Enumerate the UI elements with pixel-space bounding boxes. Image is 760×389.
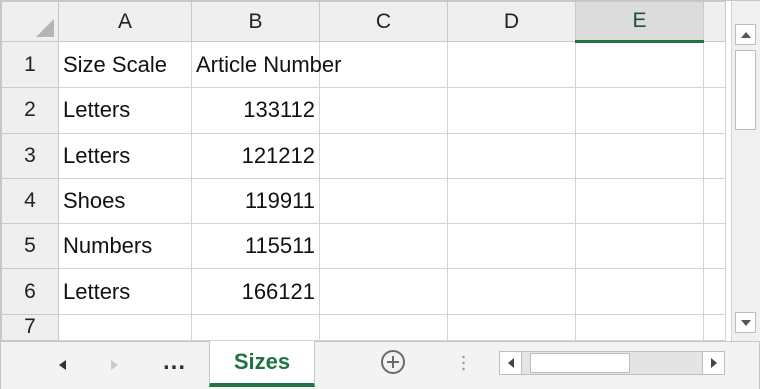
vertical-scroll-thumb[interactable] xyxy=(735,50,756,130)
triangle-left-icon xyxy=(59,360,66,370)
column-header-b[interactable]: B xyxy=(191,1,320,42)
cell-d7[interactable] xyxy=(447,313,576,342)
table-row: 5 Numbers 115511 xyxy=(1,223,726,270)
cell-c3[interactable] xyxy=(319,132,448,179)
spreadsheet-grid: A B C D E 1 Size Scale Article Number 2 … xyxy=(1,1,726,342)
triangle-up-icon xyxy=(740,31,751,38)
cell-e5[interactable] xyxy=(575,223,704,270)
scroll-left-button[interactable] xyxy=(500,352,522,374)
row-header-1[interactable]: 1 xyxy=(1,40,59,89)
cell-e6[interactable] xyxy=(575,268,704,315)
column-header-a[interactable]: A xyxy=(58,1,192,42)
sheet-tab-bar: ... Sizes xyxy=(1,341,759,389)
cell-f2[interactable] xyxy=(703,87,726,134)
scroll-right-button[interactable] xyxy=(702,352,724,374)
column-header-row: A B C D E xyxy=(1,1,726,43)
cell-d1[interactable] xyxy=(447,40,576,89)
cell-a4[interactable]: Shoes xyxy=(58,177,192,225)
column-header-f-partial[interactable] xyxy=(703,1,726,42)
cell-b2[interactable]: 133112 xyxy=(191,87,320,134)
cell-a2[interactable]: Letters xyxy=(58,87,192,134)
cell-a7[interactable] xyxy=(58,313,192,342)
sheet-tab-label: Sizes xyxy=(233,349,291,374)
cell-c7[interactable] xyxy=(319,313,448,342)
vertical-scrollbar[interactable] xyxy=(731,1,760,341)
cell-c4[interactable] xyxy=(319,177,448,225)
triangle-left-icon xyxy=(507,358,514,368)
cell-b5[interactable]: 115511 xyxy=(191,223,320,270)
cell-f5[interactable] xyxy=(703,223,726,270)
cell-b4[interactable]: 119911 xyxy=(191,177,320,225)
cell-a1[interactable]: Size Scale xyxy=(58,40,192,89)
cell-f6[interactable] xyxy=(703,268,726,315)
next-sheet-button[interactable] xyxy=(111,360,118,370)
cell-b7[interactable] xyxy=(191,313,320,342)
select-all-button[interactable] xyxy=(1,1,59,42)
cell-b3[interactable]: 121212 xyxy=(191,132,320,179)
cell-e4[interactable] xyxy=(575,177,704,225)
cell-d5[interactable] xyxy=(447,223,576,270)
cell-a6[interactable]: Letters xyxy=(58,268,192,315)
cell-e2[interactable] xyxy=(575,87,704,134)
tab-scroll-splitter[interactable] xyxy=(462,354,465,372)
triangle-down-icon xyxy=(740,319,751,326)
cell-c5[interactable] xyxy=(319,223,448,270)
scroll-up-button[interactable] xyxy=(735,24,756,45)
sheet-tab-sizes[interactable]: Sizes xyxy=(209,341,315,387)
cell-d3[interactable] xyxy=(447,132,576,179)
column-header-c[interactable]: C xyxy=(319,1,448,42)
scroll-down-button[interactable] xyxy=(735,312,756,333)
horizontal-scrollbar[interactable] xyxy=(499,351,725,375)
column-header-e[interactable]: E xyxy=(575,1,704,43)
cell-b1[interactable]: Article Number xyxy=(191,40,341,89)
cell-f4[interactable] xyxy=(703,177,726,225)
cell-a5[interactable]: Numbers xyxy=(58,223,192,270)
cell-d6[interactable] xyxy=(447,268,576,315)
cell-e3[interactable] xyxy=(575,132,704,179)
cell-e7[interactable] xyxy=(575,313,704,342)
cell-f7[interactable] xyxy=(703,313,726,342)
table-row: 3 Letters 121212 xyxy=(1,132,726,179)
row-header-3[interactable]: 3 xyxy=(1,132,59,179)
triangle-right-icon xyxy=(710,358,717,368)
row-header-7[interactable]: 7 xyxy=(1,313,59,342)
cell-a3[interactable]: Letters xyxy=(58,132,192,179)
table-row: 6 Letters 166121 xyxy=(1,268,726,315)
table-row: 1 Size Scale Article Number xyxy=(1,40,726,89)
triangle-right-icon xyxy=(111,360,118,370)
cell-b6[interactable]: 166121 xyxy=(191,268,320,315)
excel-window: A B C D E 1 Size Scale Article Number 2 … xyxy=(0,0,760,389)
table-row: 7 xyxy=(1,313,726,342)
horizontal-scroll-thumb[interactable] xyxy=(530,353,630,373)
cell-e1[interactable] xyxy=(575,40,704,89)
row-header-6[interactable]: 6 xyxy=(1,268,59,315)
new-sheet-plus-icon[interactable] xyxy=(381,350,405,374)
row-header-5[interactable]: 5 xyxy=(1,223,59,270)
row-header-2[interactable]: 2 xyxy=(1,87,59,134)
cell-d4[interactable] xyxy=(447,177,576,225)
table-row: 2 Letters 133112 xyxy=(1,87,726,134)
cell-c6[interactable] xyxy=(319,268,448,315)
table-row: 4 Shoes 119911 xyxy=(1,177,726,225)
cell-f3[interactable] xyxy=(703,132,726,179)
cell-d2[interactable] xyxy=(447,87,576,134)
previous-sheet-button[interactable] xyxy=(59,360,66,370)
more-sheets-button[interactable]: ... xyxy=(163,348,186,376)
cell-c2[interactable] xyxy=(319,87,448,134)
column-header-d[interactable]: D xyxy=(447,1,576,42)
row-header-4[interactable]: 4 xyxy=(1,177,59,225)
select-all-icon xyxy=(36,19,54,37)
cell-f1[interactable] xyxy=(703,40,726,89)
